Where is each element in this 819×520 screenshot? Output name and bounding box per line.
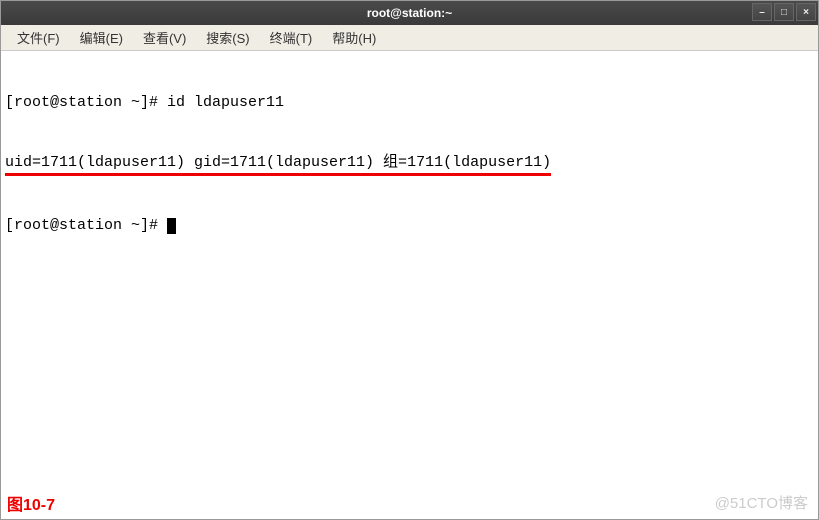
menu-search[interactable]: 搜索(S) — [196, 25, 259, 50]
terminal-line-3: [root@station ~]# — [5, 216, 814, 236]
menu-edit[interactable]: 编辑(E) — [70, 25, 133, 50]
id-output-underline: uid=1711(ldapuser11) gid=1711(ldapuser11… — [5, 153, 551, 176]
titlebar[interactable]: root@station:~ – □ × — [1, 1, 818, 25]
menubar: 文件(F) 编辑(E) 查看(V) 搜索(S) 终端(T) 帮助(H) — [1, 25, 818, 51]
prompt: [root@station ~]# — [5, 217, 167, 234]
cursor-icon — [167, 218, 176, 234]
terminal-line-1: [root@station ~]# id ldapuser11 — [5, 93, 814, 113]
watermark: @51CTO博客 — [715, 492, 808, 513]
menu-help[interactable]: 帮助(H) — [322, 25, 386, 50]
figure-label: 图10-7 — [7, 491, 55, 515]
menu-terminal[interactable]: 终端(T) — [260, 25, 323, 50]
window-title: root@station:~ — [367, 6, 452, 20]
terminal-area[interactable]: [root@station ~]# id ldapuser11 uid=1711… — [1, 51, 818, 278]
window-controls: – □ × — [752, 3, 816, 21]
terminal-window: root@station:~ – □ × 文件(F) 编辑(E) 查看(V) 搜… — [0, 0, 819, 520]
close-button[interactable]: × — [796, 3, 816, 21]
maximize-button[interactable]: □ — [774, 3, 794, 21]
minimize-button[interactable]: – — [752, 3, 772, 21]
terminal-line-2: uid=1711(ldapuser11) gid=1711(ldapuser11… — [5, 153, 814, 176]
menu-file[interactable]: 文件(F) — [7, 25, 70, 50]
menu-view[interactable]: 查看(V) — [133, 25, 196, 50]
